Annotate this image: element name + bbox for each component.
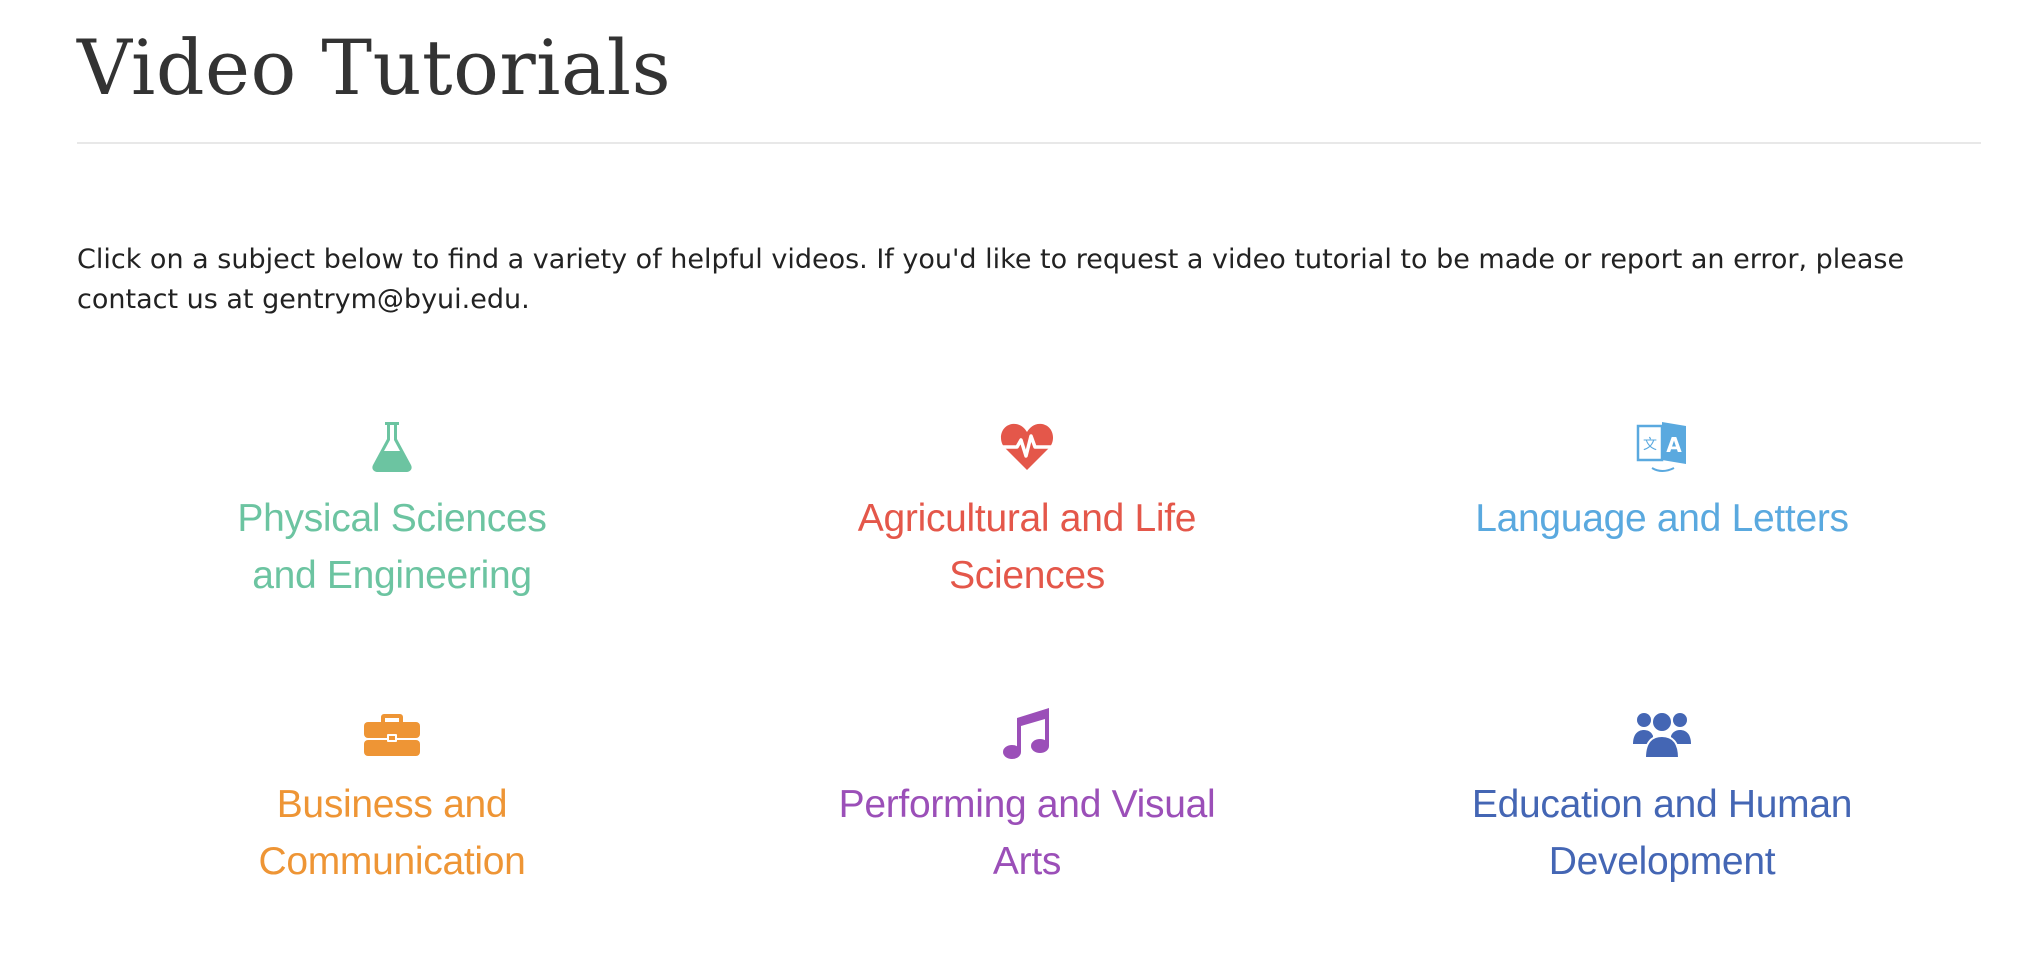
subject-label: Language and Letters [1382,490,1942,547]
page: Video Tutorials Click on a subject below… [0,0,2042,978]
users-icon [1632,702,1692,762]
title-divider [77,142,1981,144]
page-title: Video Tutorials [77,23,672,112]
subject-label-line-2: Communication [258,840,526,883]
subject-label: Business and Communication [112,776,672,890]
svg-text:A: A [1666,433,1682,457]
heartbeat-icon [997,416,1057,476]
music-note-icon [997,702,1057,762]
subject-label: Education and Human Development [1382,776,1942,890]
subject-performing-visual-arts-link[interactable]: Performing and Visual Arts [747,702,1307,890]
intro-line-1: Click on a subject below to find a varie… [77,244,1905,275]
subject-label-line-2: Development [1548,840,1776,883]
subject-label-line-2: and Engineering [252,554,532,597]
intro-line-2: contact us at gentrym@byui.edu. [77,284,530,315]
subject-education-human-development-link[interactable]: Education and Human Development [1382,702,1942,890]
subject-label-line-1: Performing and Visual [838,783,1216,826]
translate-icon: A 文 [1632,416,1692,476]
subject-label-line-1: Language and Letters [1475,497,1849,540]
subject-business-communication-link[interactable]: Business and Communication [112,702,672,890]
subject-label-line-2: Sciences [949,554,1105,597]
subject-label: Physical Sciences and Engineering [112,490,672,604]
subject-label-line-1: Business and [276,783,508,826]
subject-language-letters-link[interactable]: A 文 Language and Letters [1382,416,1942,547]
svg-text:文: 文 [1643,437,1657,453]
subject-physical-sciences-link[interactable]: Physical Sciences and Engineering [112,416,672,604]
flask-icon [362,416,422,476]
subject-label: Agricultural and Life Sciences [747,490,1307,604]
intro-text: Click on a subject below to find a varie… [77,240,1977,320]
briefcase-icon [362,702,422,762]
subject-label: Performing and Visual Arts [747,776,1307,890]
subject-agricultural-life-sciences-link[interactable]: Agricultural and Life Sciences [747,416,1307,604]
subject-label-line-1: Physical Sciences [237,497,547,540]
subject-label-line-1: Education and Human [1471,783,1853,826]
subject-label-line-1: Agricultural and Life [857,497,1197,540]
subject-label-line-2: Arts [992,840,1062,883]
